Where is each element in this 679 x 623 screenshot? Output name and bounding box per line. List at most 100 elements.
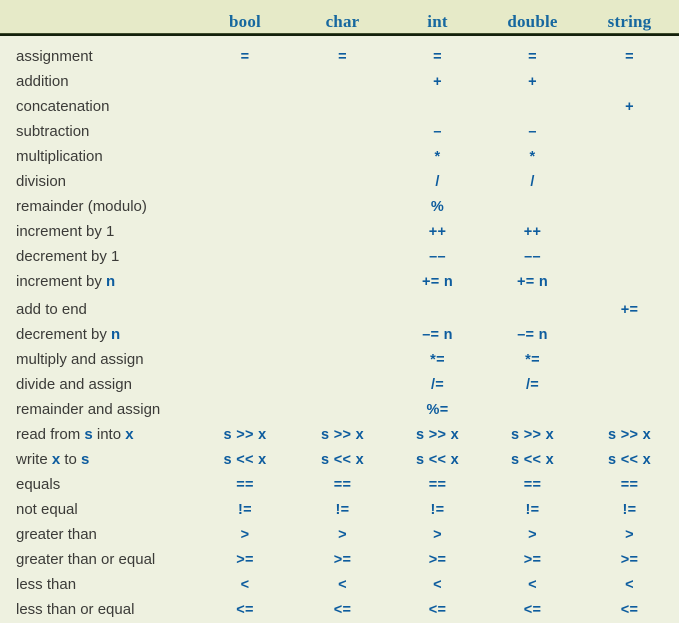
operator-cell-int: =	[433, 49, 442, 65]
operator-cell-int: !=	[430, 502, 445, 518]
operator-cell-double: +	[528, 74, 537, 90]
row-label: add to end	[16, 301, 87, 318]
operator-cell-char: s << x	[321, 452, 364, 468]
row-label: greater than	[16, 526, 97, 543]
operator-cell-int: ++	[428, 224, 447, 240]
operator-cell-int: %	[430, 199, 445, 215]
column-header-double: double	[507, 12, 558, 31]
row-label: multiply and assign	[16, 351, 144, 368]
operator-cell-double: /=	[525, 377, 540, 393]
table-body: assignment = = = = = addition + + concatenation + s…	[0, 36, 679, 622]
operator-cell-string: !=	[622, 502, 637, 518]
table-row: less than or equal <= <= <= <= <=	[0, 597, 679, 622]
row-label: decrement by 1	[16, 248, 120, 265]
operator-cell-int: >	[433, 527, 442, 543]
operator-cell-double: –= n	[517, 327, 548, 343]
row-label: subtraction	[16, 123, 90, 140]
operator-cell-bool: >	[240, 527, 250, 543]
operator-cell-string: <=	[620, 602, 639, 618]
table-row: division / /	[0, 169, 679, 194]
operator-cell-char: >=	[333, 552, 352, 568]
table-row: divide and assign /= /=	[0, 372, 679, 397]
operator-cell-double: =	[528, 49, 537, 65]
operator-cell-int: *	[434, 149, 441, 165]
operator-cell-int: <=	[428, 602, 447, 618]
operator-cell-double: –	[528, 124, 537, 140]
row-label: equals	[16, 476, 61, 493]
operator-cell-double: ++	[523, 224, 542, 240]
row-label: concatenation	[16, 98, 110, 115]
operator-cell-string: +=	[620, 302, 639, 318]
table-row: decrement by 1 –– ––	[0, 244, 679, 269]
column-header-string: string	[607, 12, 652, 31]
operator-cell-string: s << x	[608, 452, 651, 468]
operator-cell-bool: s >> x	[223, 427, 267, 443]
operator-cell-char: !=	[335, 502, 350, 518]
table-row: increment by 1 ++ ++	[0, 219, 679, 244]
operator-cell-string: >=	[620, 552, 639, 568]
row-label: less than or equal	[16, 601, 135, 618]
table-header: bool char int double string	[0, 0, 679, 33]
operator-cell-int: ==	[428, 477, 447, 493]
table-row: greater than or equal >= >= >= >= >=	[0, 547, 679, 572]
operator-cell-int: >=	[428, 552, 447, 568]
operator-cell-int: –= n	[422, 327, 453, 343]
operator-cell-char: >	[338, 527, 347, 543]
table-row: remainder (modulo)%	[0, 194, 679, 219]
operator-cell-double: += n	[516, 274, 549, 290]
row-label: divide and assign	[16, 376, 132, 393]
operator-cell-bool: s << x	[223, 452, 267, 468]
operator-cell-double: s << x	[511, 452, 554, 468]
operator-cell-string: <	[625, 577, 634, 593]
table-row: remainder and assign %=	[0, 397, 679, 422]
operator-cell-char: ==	[333, 477, 352, 493]
operator-cell-double: <=	[523, 602, 542, 618]
operator-cell-int: s >> x	[416, 427, 459, 443]
operator-cell-int: ––	[429, 249, 446, 265]
row-label: greater than or equal	[16, 551, 156, 568]
table-row: read from s into x s >> x s >> x s >> x s >>…	[0, 422, 679, 447]
table-row: multiplication * *	[0, 144, 679, 169]
table-row: less than < < < < <	[0, 572, 679, 597]
operator-cell-char: <	[338, 577, 347, 593]
table-row: greater than > > > > >	[0, 522, 679, 547]
operator-cell-string: +	[625, 99, 634, 115]
row-label: increment by 1	[16, 223, 115, 240]
row-label: division	[16, 173, 67, 190]
operator-cell-string: >	[625, 527, 634, 543]
row-label: read from s into x	[16, 426, 134, 443]
operator-cell-double: >	[528, 527, 537, 543]
table-row: increment by n += n += n	[0, 269, 679, 294]
operator-cell-bool: >=	[236, 552, 254, 568]
operator-cell-string: ==	[620, 477, 639, 493]
operator-cell-double: *=	[525, 352, 540, 368]
table-row: equals == == == == ==	[0, 472, 679, 497]
operator-cell-bool: ==	[236, 477, 254, 493]
table-row: not equal != != != != !=	[0, 497, 679, 522]
operator-cell-double: /	[530, 174, 535, 190]
operator-cell-string: s >> x	[608, 427, 651, 443]
row-label: less than	[16, 576, 77, 593]
table-row: addition + +	[0, 69, 679, 94]
operator-cell-bool: !=	[238, 502, 252, 518]
operator-cell-string: =	[625, 49, 634, 65]
column-header-bool: bool	[229, 12, 261, 31]
operator-cell-double: s >> x	[511, 427, 554, 443]
row-label: write x to s	[16, 451, 90, 468]
row-label: decrement by n	[16, 326, 121, 343]
table-row: write x to s s << x s << x s << x s << x s <<…	[0, 447, 679, 472]
row-label: multiplication	[16, 148, 103, 165]
row-label: addition	[16, 73, 69, 90]
row-label: remainder and assign	[16, 401, 161, 418]
operator-cell-double: ==	[523, 477, 542, 493]
operator-cell-int: /	[435, 174, 440, 190]
operator-cell-double: <	[528, 577, 537, 593]
operator-cell-int: <	[433, 577, 442, 593]
row-label: assignment	[16, 48, 93, 65]
operator-cell-char: =	[338, 49, 347, 65]
table-row: add to end +=	[0, 297, 679, 322]
table-row: subtraction – –	[0, 119, 679, 144]
operator-cell-int: s << x	[416, 452, 459, 468]
column-header-int: int	[427, 12, 448, 31]
operator-cell-int: +	[433, 74, 442, 90]
